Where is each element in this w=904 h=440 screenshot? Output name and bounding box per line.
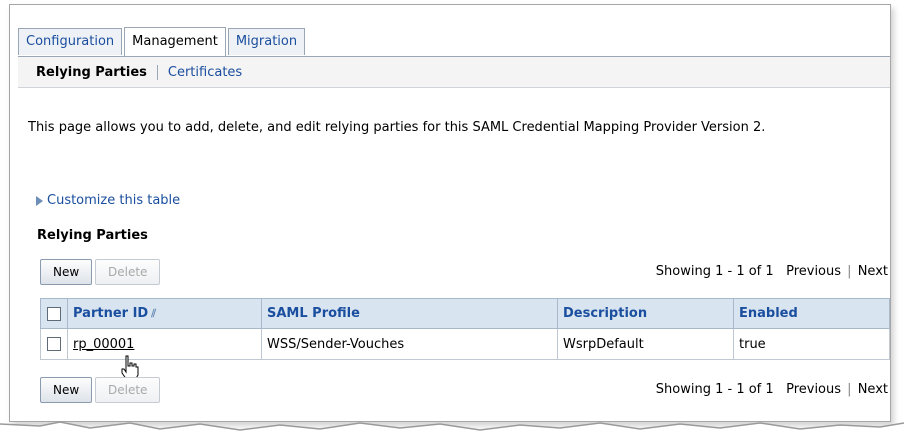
subtab-certificates[interactable]: Certificates: [156, 64, 252, 80]
tab-configuration[interactable]: Configuration: [18, 28, 123, 55]
next-link[interactable]: Next: [858, 264, 888, 279]
enabled-header[interactable]: Enabled: [733, 298, 890, 329]
new-button[interactable]: New: [40, 259, 93, 285]
pagination-bottom: Showing 1 - 1 of 1 Previous | Next: [656, 382, 888, 397]
partner-id-header-label: Partner ID: [73, 306, 149, 321]
enabled-cell: true: [733, 328, 890, 360]
customize-table-link[interactable]: Customize this table: [36, 193, 180, 208]
customize-table-label: Customize this table: [47, 193, 181, 208]
pagination: Showing 1 - 1 of 1 Previous | Next: [656, 264, 888, 279]
select-all-header: [40, 298, 68, 329]
table-row: rp_00001 WSS/Sender-Vouches WsrpDefault …: [40, 328, 890, 360]
pagination-separator-bottom: |: [847, 382, 852, 397]
new-button-bottom[interactable]: New: [40, 377, 93, 403]
previous-link-bottom[interactable]: Previous: [786, 382, 841, 397]
subtab-bar: Relying Parties Certificates: [18, 56, 890, 88]
showing-count-bottom: Showing 1 - 1 of 1: [655, 382, 774, 397]
section-title: Relying Parties: [37, 228, 148, 243]
page-description: This page allows you to add, delete, and…: [28, 120, 766, 135]
torn-edge-decoration: [0, 421, 904, 440]
tab-bar: Configuration Management Migration: [18, 25, 307, 56]
delete-button-bottom[interactable]: Delete: [95, 377, 161, 403]
sort-ascending-icon[interactable]: ⫽: [151, 307, 156, 320]
saml-profile-cell: WSS/Sender-Vouches: [261, 328, 558, 360]
tab-migration[interactable]: Migration: [227, 28, 306, 55]
tab-management[interactable]: Management: [124, 27, 226, 56]
pagination-separator: |: [847, 264, 852, 279]
partner-id-cell: rp_00001: [67, 328, 262, 360]
row-select-cell: [40, 328, 68, 360]
showing-count: Showing 1 - 1 of 1: [655, 264, 774, 279]
table-toolbar-top: New Delete Showing 1 - 1 of 1 Previous |…: [28, 255, 890, 285]
next-link-bottom[interactable]: Next: [858, 382, 888, 397]
description-header[interactable]: Description: [557, 298, 734, 329]
saml-profile-header[interactable]: SAML Profile: [261, 298, 558, 329]
relying-parties-table: Partner ID ⫽ SAML Profile Description Ena…: [40, 298, 890, 360]
select-all-checkbox[interactable]: [47, 306, 61, 321]
table-toolbar-bottom: New Delete Showing 1 - 1 of 1 Previous |…: [28, 373, 890, 403]
subtab-relying-parties[interactable]: Relying Parties: [18, 65, 157, 80]
delete-button[interactable]: Delete: [95, 259, 161, 285]
expand-triangle-icon: [36, 195, 43, 206]
partner-id-link[interactable]: rp_00001: [73, 337, 134, 352]
row-checkbox[interactable]: [47, 337, 61, 351]
partner-id-header[interactable]: Partner ID ⫽: [67, 298, 262, 329]
description-cell: WsrpDefault: [557, 328, 734, 360]
previous-link[interactable]: Previous: [786, 264, 841, 279]
table-header-row: Partner ID ⫽ SAML Profile Description Ena…: [40, 298, 890, 329]
